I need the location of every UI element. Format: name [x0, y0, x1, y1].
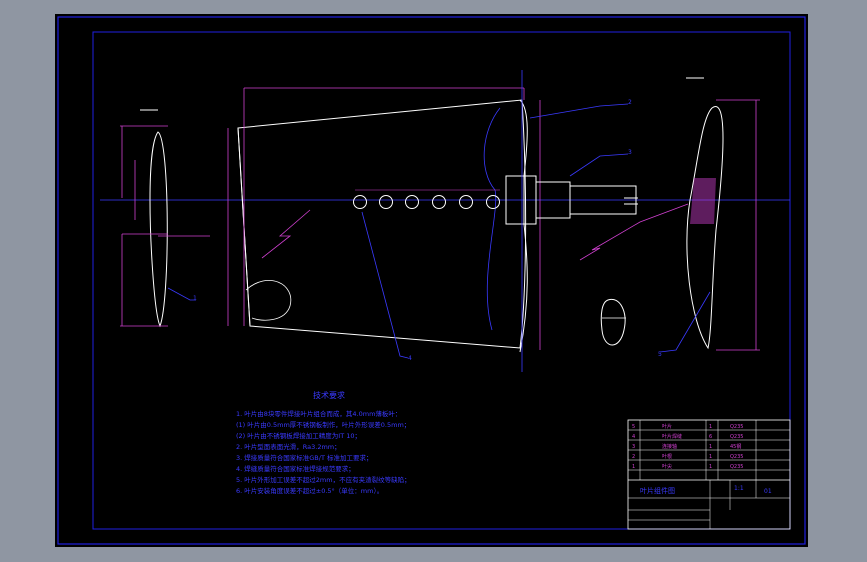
callout-2: 2 [628, 99, 632, 106]
tb-cell: 连接轴 [662, 443, 677, 450]
tb-cell: 叶片 [662, 423, 672, 430]
tb-cell: Q235 [730, 434, 743, 440]
drawing-paper [55, 14, 808, 547]
tb-cell: Q235 [730, 454, 743, 460]
tb-cell: 2 [632, 454, 635, 460]
note-line: 3. 焊接质量符合国家标准GB/T 标准加工要求； [236, 453, 373, 462]
tb-cell: 1 [709, 464, 712, 470]
note-line: 1. 叶片由8块零件焊接叶片组合而成，其4.0mm薄板叶： [236, 409, 401, 418]
note-line: (1) 叶片由0.5mm厚不锈钢板制作，叶片外形误差0.5mm； [236, 420, 410, 429]
tb-cell: 45钢 [730, 443, 741, 450]
tb-cell: 1 [709, 424, 712, 430]
drawing-svg: 1 2 3 4 5 技术要求 1. 叶片由8块零件焊接叶片组合而成，其4.0mm… [55, 14, 808, 547]
tb-cell: 叶尖 [662, 463, 672, 470]
callout-3: 3 [628, 149, 632, 156]
cad-drawing-canvas[interactable]: 1 2 3 4 5 技术要求 1. 叶片由8块零件焊接叶片组合而成，其4.0mm… [0, 0, 867, 562]
tb-cell: 1 [709, 444, 712, 450]
drawing-name: 叶片组件图 [640, 486, 675, 495]
callout-4: 4 [408, 355, 412, 362]
callout-5: 5 [658, 351, 662, 358]
tb-cell: 叶根 [662, 453, 672, 460]
note-line: (2) 叶片由不锈钢板焊接加工精度为IT 10； [236, 431, 361, 440]
note-line: 2. 叶片型面表面光滑，Ra3.2mm； [236, 442, 341, 451]
tb-cell: 3 [632, 444, 635, 450]
tb-cell: Q235 [730, 424, 743, 430]
drawing-scale: 1:1 [734, 485, 744, 492]
tb-cell: 1 [632, 464, 635, 470]
notes-title: 技术要求 [313, 390, 345, 400]
tb-cell: Q235 [730, 464, 743, 470]
tb-cell: 6 [709, 434, 712, 440]
note-line: 5. 叶片外形加工误差不超过2mm，不应有夹渣裂纹等缺陷； [236, 475, 411, 484]
note-line: 4. 焊缝质量符合国家标准焊接规范要求； [236, 464, 355, 473]
tb-cell: 4 [632, 434, 635, 440]
drawing-sheet: 01 [764, 488, 772, 495]
tb-cell: 叶片焊缝 [662, 433, 682, 440]
callout-1: 1 [193, 295, 197, 302]
tb-cell: 1 [709, 454, 712, 460]
tb-cell: 5 [632, 424, 635, 430]
note-line: 6. 叶片安装角度误差不超过±0.5°（单位：mm）。 [236, 486, 383, 495]
